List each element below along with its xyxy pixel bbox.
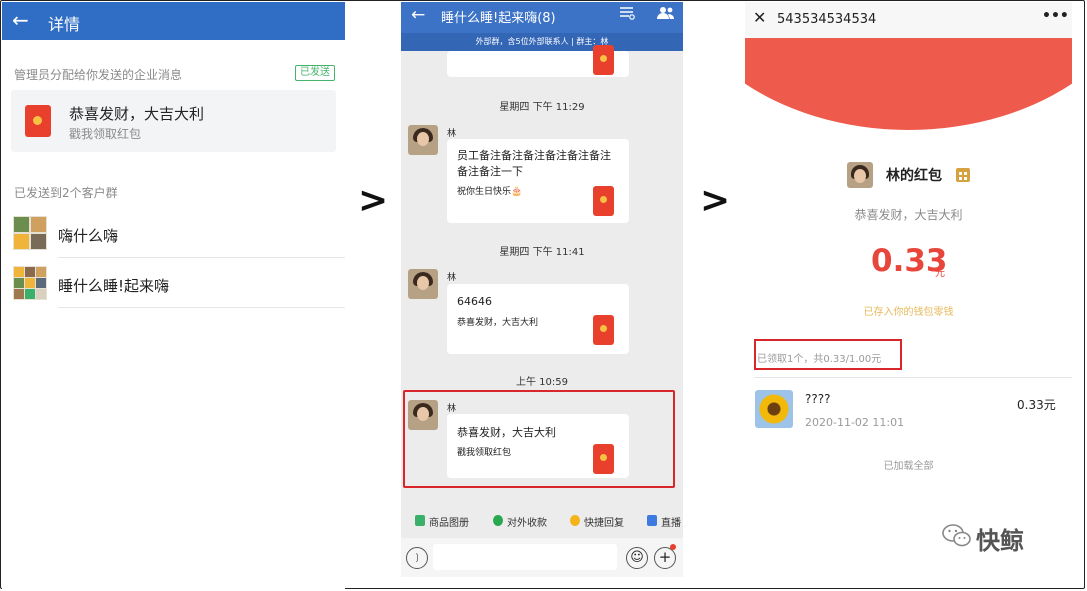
watermark: 快鲸: [976, 527, 1024, 555]
add-icon[interactable]: +: [654, 547, 676, 569]
app-header: ← 详情: [2, 2, 345, 40]
emoji-icon[interactable]: ☺: [626, 547, 648, 569]
amount-unit: 元: [935, 268, 945, 279]
message-bubble[interactable]: 恭喜发财，大吉大利 戳我领取红包: [447, 414, 629, 478]
message-subtitle: 戳我领取红包: [69, 127, 142, 141]
header-title: 543534534534: [777, 12, 877, 27]
toolbar-label: 快捷回复: [584, 518, 624, 529]
wish-text: 恭喜发财，大吉大利: [854, 208, 963, 222]
group-item[interactable]: 嗨什么嗨: [2, 213, 345, 259]
group-name: 嗨什么嗨: [58, 227, 119, 245]
toolbar-label: 商品图册: [429, 518, 469, 529]
members-icon[interactable]: [657, 5, 675, 19]
message-title: 员工备注备注备注备注备注备注备注备注一下: [457, 149, 611, 178]
message-bubble[interactable]: 员工备注备注备注备注备注备注备注备注一下 祝你生日快乐🎂: [447, 139, 629, 223]
red-packet-icon: [593, 186, 614, 216]
red-packet-icon: [593, 444, 614, 474]
avatar[interactable]: [408, 269, 438, 299]
chat-title: 睡什么睡!起来嗨(8): [441, 11, 556, 26]
message-title: 64646: [457, 295, 492, 308]
avatar[interactable]: [408, 400, 438, 430]
status-badge: 已发送: [295, 65, 335, 81]
sender-name: 林: [447, 273, 457, 283]
menu-icon[interactable]: [619, 5, 635, 20]
record-time: 2020-11-02 11:01: [805, 416, 905, 429]
chat-header: ← 睡什么睡!起来嗨(8) 外部群，含5位外部联系人 | 群主：林: [401, 2, 683, 51]
quick-reply-icon: [570, 515, 580, 526]
groups-label: 已发送到2个客户群: [14, 186, 118, 200]
qr-icon[interactable]: [956, 168, 970, 182]
record-name: ????: [805, 392, 831, 406]
message-subtitle: 戳我领取红包: [457, 448, 512, 458]
page-title: 详情: [48, 15, 81, 34]
group-item[interactable]: 睡什么睡!起来嗨: [2, 263, 345, 309]
close-icon[interactable]: ✕: [753, 10, 766, 26]
timestamp: 星期四 下午 11:29: [499, 102, 585, 113]
avatar[interactable]: [408, 125, 438, 155]
record-avatar: [755, 390, 793, 428]
message-bubble[interactable]: [447, 45, 629, 77]
message-card[interactable]: 恭喜发财，大吉大利 戳我领取红包: [11, 90, 336, 152]
voice-icon[interactable]: ❳: [406, 547, 428, 569]
live-icon: [647, 515, 657, 526]
record-row[interactable]: ???? 2020-11-02 11:01 0.33元: [745, 386, 1072, 436]
toolbar-label: 直播: [661, 518, 681, 529]
red-packet-icon: [593, 45, 614, 75]
chat-screen: ← 睡什么睡!起来嗨(8) 外部群，含5位外部联系人 | 群主：林 星期四 下午…: [401, 2, 683, 577]
quick-toolbar: 商品图册 对外收款 快捷回复 直播: [401, 506, 683, 534]
notification-dot: [670, 544, 676, 550]
red-packet-icon: [593, 315, 614, 345]
message-subtitle: 祝你生日快乐🎂: [457, 187, 523, 197]
sender-line: 林的红包: [886, 168, 942, 184]
red-packet-icon: [25, 105, 51, 137]
mini-app-header: ✕ 543534534534 •••: [745, 2, 1072, 38]
sender-avatar: [847, 162, 873, 188]
toolbar-label: 对外收款: [507, 518, 547, 529]
back-arrow-icon[interactable]: ←: [411, 5, 425, 25]
catalog-icon: [415, 515, 425, 526]
detail-screen: ← 详情 管理员分配给你发送的企业消息 已发送 恭喜发财，大吉大利 戳我领取红包…: [2, 2, 345, 589]
timestamp: 上午 10:59: [516, 377, 568, 388]
red-packet-detail-screen: ✕ 543534534534 ••• 林的红包 恭喜发财，大吉大利 0.33 元…: [745, 2, 1072, 577]
wechat-icon: [942, 522, 972, 550]
message-title: 恭喜发财，大吉大利: [457, 426, 556, 439]
sender-name: 林: [447, 129, 457, 139]
message-subtitle: 恭喜发财，大吉大利: [457, 318, 539, 328]
payment-icon: [493, 515, 503, 526]
record-amount: 0.33元: [1017, 398, 1056, 412]
message-input[interactable]: [433, 544, 617, 570]
timestamp: 星期四 下午 11:41: [499, 247, 585, 258]
external-group-banner: 外部群，含5位外部联系人 | 群主：林: [401, 33, 683, 51]
back-arrow-icon[interactable]: ←: [12, 8, 29, 32]
sender-name: 林: [447, 404, 457, 414]
group-avatar: [13, 216, 47, 250]
divider: [754, 377, 1072, 378]
message-bubble[interactable]: 64646 恭喜发财，大吉大利: [447, 284, 629, 354]
step-arrow: >: [358, 180, 389, 221]
loaded-all-text: 已加载全部: [883, 461, 934, 472]
input-bar: ❳ ☺ +: [401, 538, 683, 577]
saved-note[interactable]: 已存入你的钱包零钱: [745, 303, 1072, 318]
section-label: 管理员分配给你发送的企业消息: [14, 68, 183, 82]
received-summary: 已领取1个，共0.33/1.00元: [757, 354, 882, 365]
divider: [58, 257, 345, 258]
divider: [58, 307, 345, 308]
more-icon[interactable]: •••: [1042, 8, 1069, 24]
group-name: 睡什么睡!起来嗨: [58, 277, 170, 295]
group-avatar: [13, 266, 47, 300]
step-arrow: >: [700, 180, 731, 221]
message-title: 恭喜发财，大吉大利: [69, 105, 205, 123]
